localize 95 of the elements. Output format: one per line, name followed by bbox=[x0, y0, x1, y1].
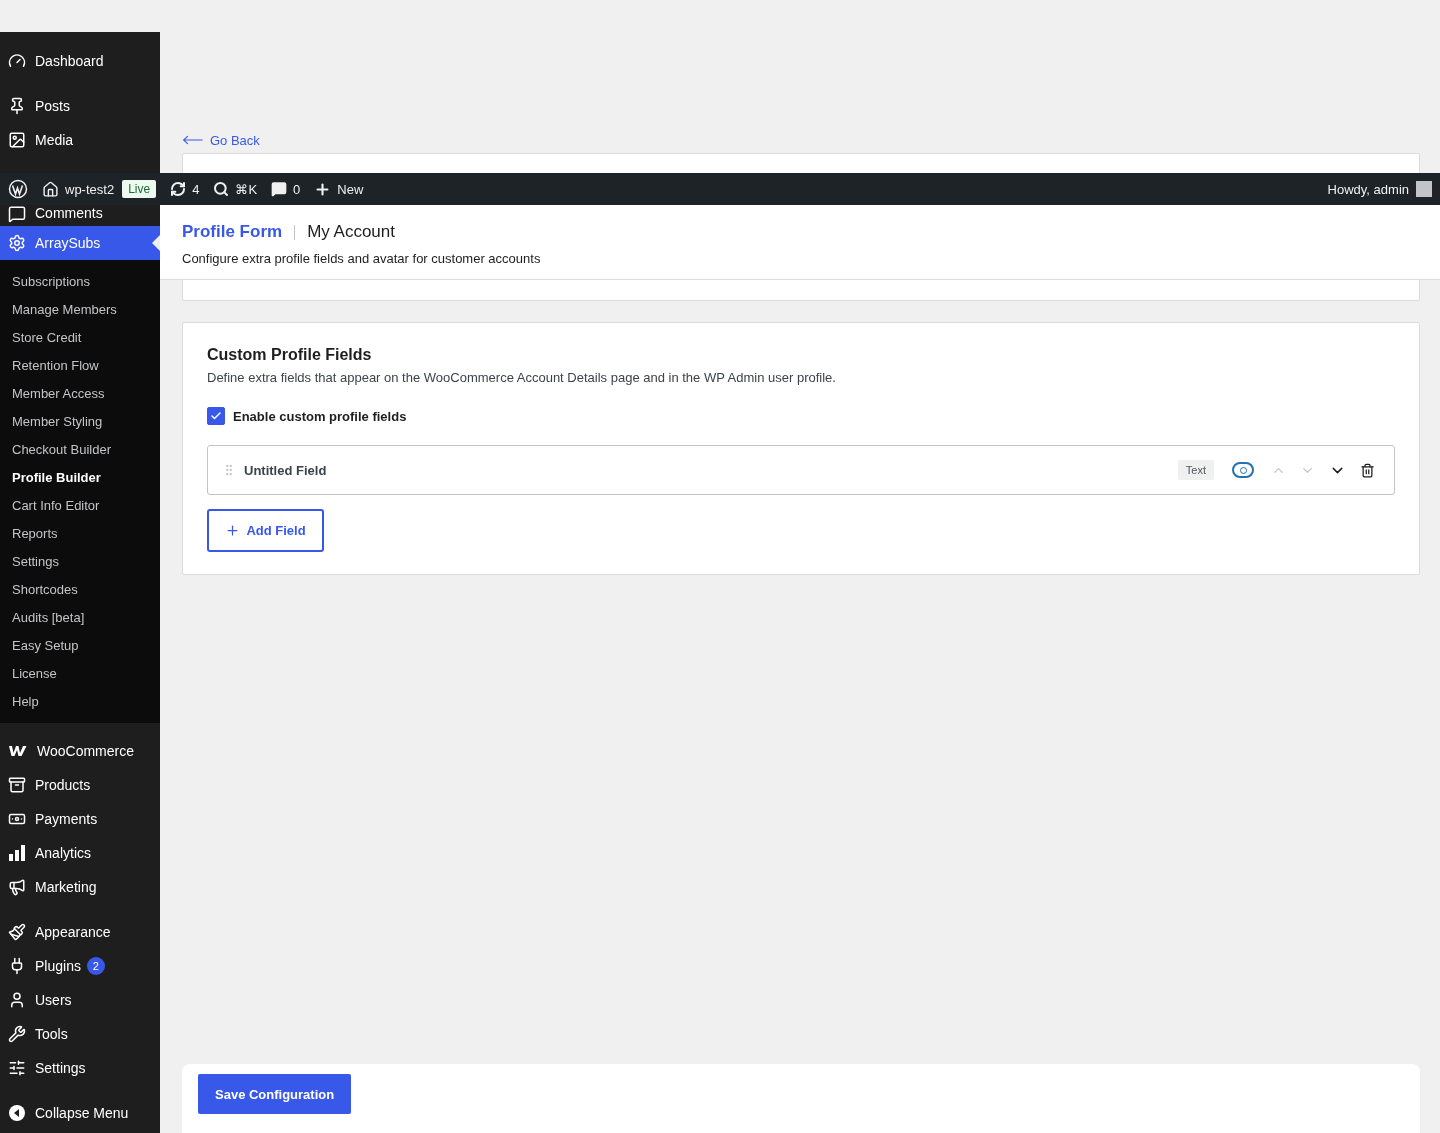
section-title: Custom Profile Fields bbox=[207, 346, 373, 364]
submenu-item[interactable]: Retention Flow bbox=[0, 351, 160, 379]
wordpress-logo-icon[interactable] bbox=[8, 179, 28, 199]
brush-icon bbox=[8, 923, 26, 941]
sidebar-item[interactable]: Settings bbox=[0, 1051, 160, 1085]
sidebar-item-label: Tools bbox=[35, 1026, 68, 1042]
settings-icon bbox=[8, 234, 26, 252]
sidebar-item-label: Posts bbox=[35, 98, 70, 114]
submenu-item[interactable]: Checkout Builder bbox=[0, 435, 160, 463]
sidebar-item[interactable]: Comments bbox=[0, 205, 160, 226]
sidebar-item[interactable]: Marketing bbox=[0, 870, 160, 904]
field-row[interactable]: Untitled Field Text bbox=[207, 445, 1395, 495]
submenu-item[interactable]: Reports bbox=[0, 519, 160, 547]
sidebar-item[interactable]: Payments bbox=[0, 802, 160, 836]
sidebar-item[interactable]: Posts bbox=[0, 89, 160, 123]
field-label: Untitled Field bbox=[244, 462, 328, 478]
sidebar-item-label: Users bbox=[35, 992, 72, 1008]
sidebar-item-label: Dashboard bbox=[35, 53, 104, 69]
submenu-item[interactable]: Manage Members bbox=[0, 295, 160, 323]
sliders-icon bbox=[8, 1059, 26, 1077]
wrench-icon bbox=[8, 1025, 26, 1043]
sidebar-item-label: Comments bbox=[35, 205, 103, 221]
sidebar-item-label: Media bbox=[35, 132, 74, 148]
box-icon bbox=[8, 776, 26, 794]
submenu-item[interactable]: Store Credit bbox=[0, 323, 160, 351]
checkbox-label: Enable custom profile fields bbox=[233, 408, 407, 424]
sidebar-item-label: Appearance bbox=[35, 924, 111, 940]
submenu-item[interactable]: Subscriptions bbox=[0, 267, 160, 295]
sidebar-item[interactable]: Dashboard bbox=[0, 44, 160, 78]
sidebar-item-label: Plugins bbox=[35, 958, 81, 974]
collapse-menu-button[interactable]: Collapse Menu bbox=[0, 1096, 160, 1130]
add-field-button[interactable]: Add Field bbox=[207, 509, 324, 552]
delete-button[interactable] bbox=[1360, 462, 1375, 478]
sidebar-item-label: ArraySubs bbox=[35, 235, 101, 251]
sidebar-item-label: Products bbox=[35, 777, 91, 793]
plus-icon bbox=[225, 523, 241, 538]
comments-link[interactable]: 0 bbox=[271, 181, 301, 197]
submenu-item[interactable]: Profile Builder bbox=[0, 463, 160, 491]
home-icon bbox=[42, 180, 59, 198]
avatar-icon bbox=[1416, 181, 1432, 197]
submenu-item[interactable]: Member Access bbox=[0, 379, 160, 407]
bar-chart-icon bbox=[8, 845, 26, 861]
submenu-item[interactable]: Easy Setup bbox=[0, 631, 160, 659]
site-link[interactable]: wp-test2 bbox=[42, 180, 115, 198]
account-link[interactable]: Howdy, admin bbox=[1327, 181, 1409, 197]
field-type-tag: Text bbox=[1177, 460, 1214, 480]
sidebar-item-label: Settings bbox=[35, 1060, 86, 1076]
visibility-toggle[interactable] bbox=[1232, 462, 1254, 478]
checkbox[interactable] bbox=[207, 407, 225, 425]
updates-link[interactable]: 4 bbox=[170, 181, 200, 197]
sidebar-item[interactable]: Tools bbox=[0, 1017, 160, 1051]
submenu-item[interactable]: Settings bbox=[0, 547, 160, 575]
pin-icon bbox=[8, 97, 26, 115]
search-icon bbox=[213, 181, 230, 197]
page-subtitle: My Account bbox=[307, 222, 395, 242]
new-link[interactable]: New bbox=[314, 180, 364, 198]
count-badge: 2 bbox=[86, 957, 105, 975]
sidebar-item[interactable]: ArraySubs bbox=[0, 226, 160, 260]
sidebar-item-label: Analytics bbox=[35, 845, 92, 861]
comment-icon bbox=[271, 181, 288, 197]
save-configuration-button[interactable]: Save Configuration bbox=[198, 1074, 352, 1114]
megaphone-icon bbox=[8, 878, 26, 896]
sidebar-item[interactable]: Plugins 2 bbox=[0, 949, 160, 983]
submenu-item[interactable]: Cart Info Editor bbox=[0, 491, 160, 519]
sidebar-item[interactable]: Products bbox=[0, 768, 160, 802]
go-back-link[interactable]: Go Back bbox=[182, 131, 1420, 149]
submenu-item[interactable]: Shortcodes bbox=[0, 575, 160, 603]
sidebar-item[interactable]: Appearance bbox=[0, 915, 160, 949]
submenu-item[interactable]: Audits [beta] bbox=[0, 603, 160, 631]
section-description: Define extra fields that appear on the WooCommerce Account Details page and in the WP Admin user profile. bbox=[207, 370, 837, 385]
refresh-icon bbox=[170, 181, 187, 197]
sidebar-item-label: Marketing bbox=[35, 879, 97, 895]
submenu-item[interactable]: License bbox=[0, 659, 160, 687]
media-icon bbox=[8, 131, 26, 149]
sidebar-item[interactable]: Media bbox=[0, 123, 160, 157]
submenu-item[interactable]: Help bbox=[0, 687, 160, 715]
sidebar-item-label: WooCommerce bbox=[37, 743, 134, 759]
check-icon bbox=[210, 410, 222, 422]
sidebar-item[interactable]: Users bbox=[0, 983, 160, 1017]
sidebar-item-label: Payments bbox=[35, 811, 98, 827]
collapse-icon bbox=[8, 1104, 26, 1122]
woo-logo-icon bbox=[8, 744, 28, 758]
submenu-item[interactable]: Member Styling bbox=[0, 407, 160, 435]
search-link[interactable]: ⌘K bbox=[213, 181, 258, 197]
user-icon bbox=[8, 991, 26, 1009]
collapse-label: Collapse Menu bbox=[35, 1105, 129, 1121]
comment-icon bbox=[8, 205, 26, 223]
page-description: Configure extra profile fields and avatar for customer accounts bbox=[182, 251, 542, 266]
dashboard-icon bbox=[8, 52, 26, 70]
page-title: Profile Form bbox=[182, 222, 283, 242]
sidebar-item[interactable]: Analytics bbox=[0, 836, 160, 870]
live-badge: Live bbox=[122, 180, 157, 198]
trash-icon bbox=[1360, 462, 1375, 478]
plus-icon bbox=[314, 180, 332, 198]
sidebar-item[interactable]: WooCommerce bbox=[0, 734, 160, 768]
